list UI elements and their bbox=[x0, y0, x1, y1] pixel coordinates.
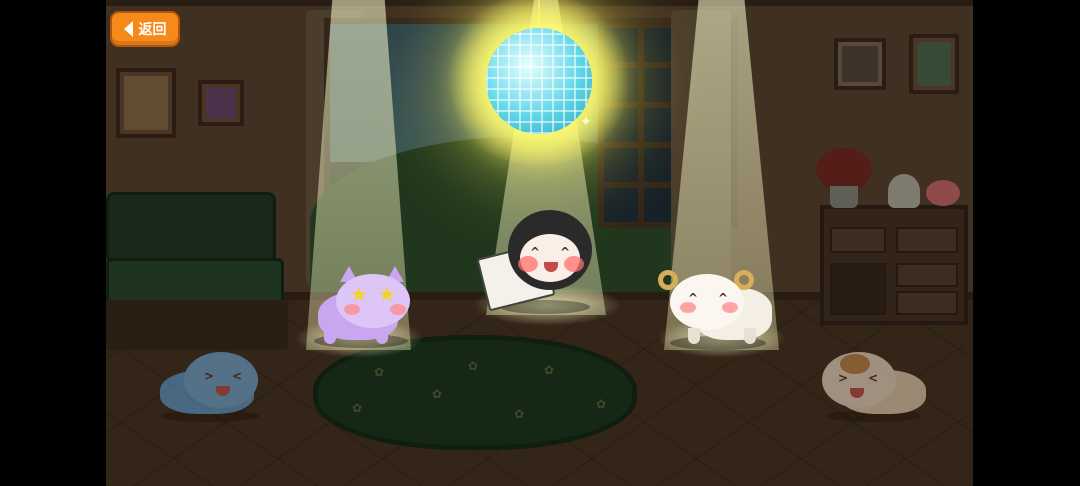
game-screen: ✿ ✿ ✿ ✿ ✿ ✿ ✿ ✦ ★ ★ ^ ^ ^ ^ > < > < 返回 bbox=[0, 0, 1080, 486]
star-eye-icon: ★ bbox=[350, 282, 368, 306]
sparkle-icon: ✦ bbox=[580, 114, 592, 130]
character-black-hooded-cat[interactable]: ^ ^ bbox=[476, 206, 602, 318]
character-white-sheep[interactable]: ^ ^ bbox=[658, 262, 776, 354]
back-button[interactable]: 返回 bbox=[110, 11, 180, 47]
mirror-ball-icon[interactable] bbox=[486, 28, 592, 134]
living-room-scene: ✿ ✿ ✿ ✿ ✿ ✿ ✿ ✦ ★ ★ ^ ^ ^ ^ > < > < bbox=[106, 0, 973, 486]
character-calico-cat[interactable]: > < bbox=[820, 350, 930, 426]
star-eye-icon: ★ bbox=[378, 282, 396, 306]
character-purple-cat[interactable]: ★ ★ bbox=[306, 262, 416, 352]
back-arrow-icon bbox=[123, 21, 133, 37]
character-blue-cat[interactable]: > < bbox=[154, 350, 268, 426]
back-button-label: 返回 bbox=[138, 22, 167, 38]
